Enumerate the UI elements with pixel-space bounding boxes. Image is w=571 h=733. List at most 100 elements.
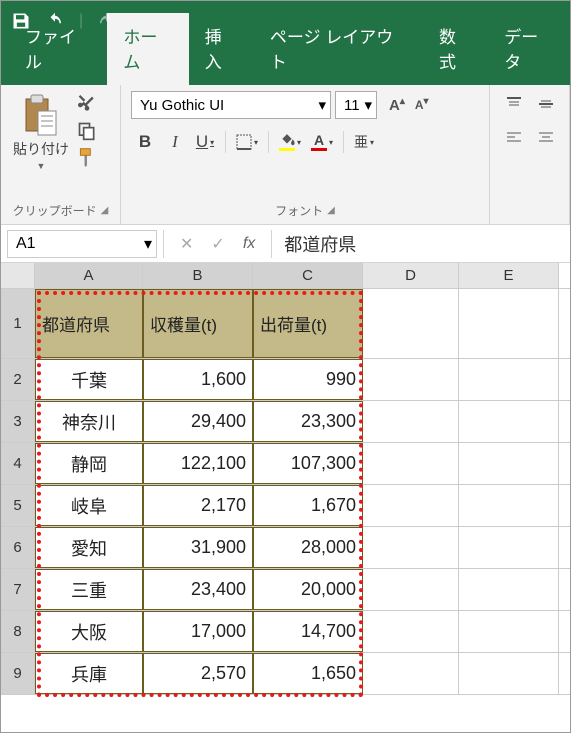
row-header[interactable]: 3 — [1, 401, 35, 442]
cell[interactable] — [459, 485, 559, 526]
cell[interactable] — [459, 359, 559, 400]
cell[interactable]: 17,000 — [143, 611, 253, 652]
underline-button[interactable]: U▾ — [191, 129, 219, 155]
italic-button[interactable]: I — [161, 129, 189, 155]
cell[interactable]: 28,000 — [253, 527, 363, 568]
cell[interactable]: 愛知 — [35, 527, 143, 568]
row-header[interactable]: 5 — [1, 485, 35, 526]
format-painter-icon[interactable] — [77, 147, 97, 167]
tab-insert[interactable]: 挿入 — [189, 13, 254, 85]
cell[interactable] — [459, 527, 559, 568]
cell[interactable]: 千葉 — [35, 359, 143, 400]
bold-button[interactable]: B — [131, 129, 159, 155]
row-header[interactable]: 8 — [1, 611, 35, 652]
row-header[interactable]: 4 — [1, 443, 35, 484]
cell[interactable]: 990 — [253, 359, 363, 400]
column-headers: A B C D E — [1, 263, 570, 289]
cell[interactable]: 2,170 — [143, 485, 253, 526]
cell[interactable]: 14,700 — [253, 611, 363, 652]
cell[interactable] — [459, 401, 559, 442]
phonetic-button[interactable]: 亜▾ — [350, 129, 378, 155]
tab-file[interactable]: ファイル — [9, 13, 107, 85]
formula-input[interactable]: 都道府県 — [272, 231, 570, 257]
cell[interactable]: 20,000 — [253, 569, 363, 610]
font-color-button[interactable]: A ▾ — [307, 129, 337, 155]
font-size-value: 11 — [344, 97, 360, 114]
font-size-select[interactable]: 11 ▾ — [335, 91, 377, 119]
decrease-font-button[interactable]: A▾ — [411, 94, 433, 116]
cell[interactable] — [459, 611, 559, 652]
cell[interactable]: 大阪 — [35, 611, 143, 652]
font-name-value: Yu Gothic UI — [140, 97, 224, 114]
align-center-button[interactable] — [532, 125, 560, 151]
align-left-button[interactable] — [500, 125, 528, 151]
cell[interactable]: 2,570 — [143, 653, 253, 694]
row-header[interactable]: 1 — [1, 289, 35, 358]
cell[interactable] — [363, 359, 459, 400]
cell[interactable]: 107,300 — [253, 443, 363, 484]
cell[interactable]: 122,100 — [143, 443, 253, 484]
dialog-launcher-icon[interactable]: ◢ — [327, 205, 335, 216]
cell[interactable]: 29,400 — [143, 401, 253, 442]
paste-button[interactable]: 貼り付け ▼ — [11, 91, 71, 173]
cell[interactable]: 三重 — [35, 569, 143, 610]
cell[interactable] — [459, 443, 559, 484]
row-header[interactable]: 9 — [1, 653, 35, 694]
row-header[interactable]: 6 — [1, 527, 35, 568]
table-row: 5 岐阜 2,170 1,670 — [1, 485, 570, 527]
copy-icon[interactable] — [77, 121, 97, 141]
spreadsheet-grid: A B C D E 1 都道府県 収穫量(t) 出荷量(t) 2 千葉 1,60… — [1, 263, 570, 695]
cell[interactable]: 1,650 — [253, 653, 363, 694]
cell[interactable]: 都道府県 — [35, 289, 143, 358]
fill-color-button[interactable]: ▾ — [275, 129, 305, 155]
fx-icon[interactable]: fx — [243, 235, 255, 253]
font-name-select[interactable]: Yu Gothic UI ▾ — [131, 91, 331, 119]
name-box[interactable]: A1 ▾ — [7, 230, 157, 258]
cell[interactable]: 兵庫 — [35, 653, 143, 694]
formula-bar: A1 ▾ ✕ ✓ fx 都道府県 — [1, 225, 570, 263]
tab-formulas[interactable]: 数式 — [423, 13, 488, 85]
cell[interactable]: 1,670 — [253, 485, 363, 526]
borders-button[interactable]: ▾ — [232, 129, 262, 155]
cell[interactable] — [459, 289, 559, 358]
cell[interactable]: 1,600 — [143, 359, 253, 400]
cell[interactable] — [363, 443, 459, 484]
row-header[interactable]: 7 — [1, 569, 35, 610]
row-header[interactable]: 2 — [1, 359, 35, 400]
cell[interactable] — [363, 401, 459, 442]
col-header-E[interactable]: E — [459, 263, 559, 288]
col-header-B[interactable]: B — [143, 263, 253, 288]
paste-label: 貼り付け — [13, 139, 69, 159]
cut-icon[interactable] — [77, 95, 97, 115]
tab-data[interactable]: データ — [488, 13, 570, 85]
confirm-icon[interactable]: ✓ — [211, 234, 224, 254]
cell[interactable] — [363, 611, 459, 652]
col-header-A[interactable]: A — [35, 263, 143, 288]
cell[interactable]: 静岡 — [35, 443, 143, 484]
cell[interactable]: 収穫量(t) — [143, 289, 253, 358]
cell[interactable] — [363, 653, 459, 694]
cell[interactable]: 岐阜 — [35, 485, 143, 526]
cell[interactable]: 出荷量(t) — [253, 289, 363, 358]
cell[interactable] — [363, 569, 459, 610]
align-middle-button[interactable] — [532, 91, 560, 117]
cell[interactable] — [363, 527, 459, 568]
cell[interactable] — [363, 485, 459, 526]
select-all-corner[interactable] — [1, 263, 35, 288]
tab-home[interactable]: ホーム — [107, 13, 188, 85]
col-header-D[interactable]: D — [363, 263, 459, 288]
cell[interactable]: 神奈川 — [35, 401, 143, 442]
cell[interactable]: 23,400 — [143, 569, 253, 610]
cell[interactable]: 23,300 — [253, 401, 363, 442]
col-header-C[interactable]: C — [253, 263, 363, 288]
align-top-button[interactable] — [500, 91, 528, 117]
redo-icon[interactable] — [95, 12, 117, 30]
cancel-icon[interactable]: ✕ — [180, 234, 193, 254]
cell[interactable] — [363, 289, 459, 358]
increase-font-button[interactable]: A▴ — [385, 94, 409, 116]
tab-pagelayout[interactable]: ページ レイアウト — [254, 13, 423, 85]
cell[interactable] — [459, 569, 559, 610]
cell[interactable]: 31,900 — [143, 527, 253, 568]
cell[interactable] — [459, 653, 559, 694]
dialog-launcher-icon[interactable]: ◢ — [101, 205, 109, 216]
